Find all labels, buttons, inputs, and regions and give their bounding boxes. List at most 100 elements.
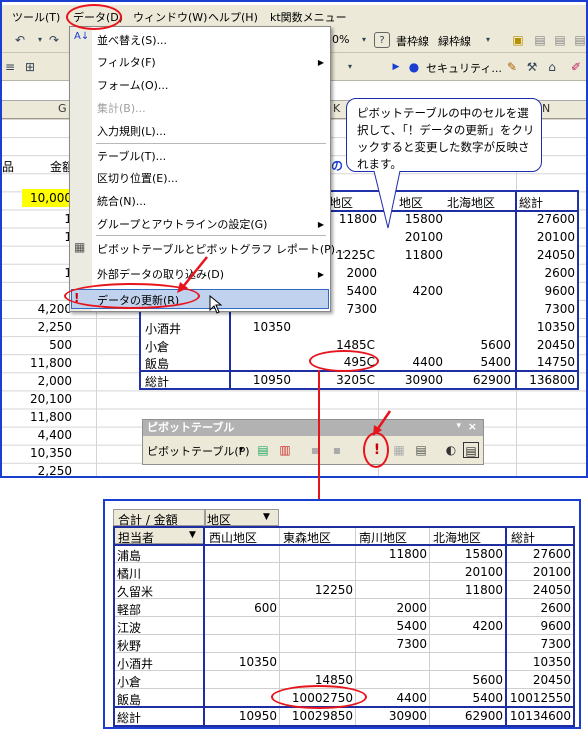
menu-item-group-outline[interactable]: グループとアウトラインの設定(G)	[97, 216, 267, 232]
pivot-cell: 2600	[544, 266, 575, 280]
submenu-arrow-icon: ▶	[317, 270, 324, 279]
menu-item-filter[interactable]: フィルタ(F)	[97, 54, 325, 70]
grid-line-menu-1[interactable]: 書枠線	[396, 33, 429, 49]
amount-cell: 2,000	[37, 374, 72, 388]
toolbar-icon-b[interactable]: ▤	[552, 32, 568, 48]
show-field-list-icon[interactable]: ▤	[463, 442, 479, 458]
pivot-border	[113, 526, 115, 727]
format-report-icon[interactable]: ▤	[255, 442, 271, 458]
field-settings-icon[interactable]: ◐	[443, 442, 459, 458]
pivot-cell: 5400	[396, 619, 427, 633]
mouse-cursor-icon	[209, 295, 223, 314]
pivot-border	[505, 526, 507, 727]
pivot-row-label: 総計	[145, 375, 170, 389]
menu-item-pivot-report[interactable]: ピボットテーブルとピボットグラフ レポート(P)...	[97, 241, 346, 257]
merge-cells-icon[interactable]: ⊞	[22, 59, 38, 75]
pivot-toolbar-title: ピボットテーブル	[143, 420, 483, 436]
pivot-cell: 2000	[396, 601, 427, 615]
col-header-k[interactable]: K	[333, 102, 340, 115]
pivot-cell: 2600	[540, 601, 571, 615]
font-dropdown-icon[interactable]: ▾	[342, 59, 358, 75]
menu-item-consolidate[interactable]: 統合(N)...	[97, 193, 146, 209]
menu-window[interactable]: ウィンドウ(W)	[133, 9, 207, 25]
menu-item-validation[interactable]: 入力規則(L)...	[97, 123, 166, 139]
wrench-icon[interactable]: ⚒	[524, 59, 540, 75]
pivot-cell: 5400	[480, 355, 511, 369]
menu-kt-functions[interactable]: kt関数メニュー	[270, 9, 347, 25]
pivot-cell: 12250	[314, 583, 353, 597]
pivot-cell: 15800	[464, 547, 503, 561]
toolbar-icon-a[interactable]: ▤	[532, 32, 548, 48]
column-field-dropdown-icon[interactable]: ▼	[263, 512, 270, 522]
row-field-dropdown-icon[interactable]: ▼	[189, 530, 196, 540]
record-icon[interactable]: ●	[406, 59, 422, 75]
annotation-circle-updated-cell	[271, 685, 367, 709]
grid-dropdown-icon[interactable]: ▾	[480, 32, 496, 48]
toolbar-icon-c[interactable]: ▤	[572, 32, 586, 48]
zoom-combo[interactable]: 0%	[332, 33, 349, 46]
help-icon[interactable]: ?	[374, 32, 390, 48]
col-header-n[interactable]: N	[542, 102, 550, 115]
pivot-cell: 4200	[412, 284, 443, 298]
zoom-dropdown-icon[interactable]: ▾	[356, 32, 372, 48]
pivot-row-label: 江波	[117, 621, 142, 635]
menu-tools[interactable]: ツール(T)	[12, 9, 60, 25]
callout-pointer	[373, 170, 401, 229]
pivot-cell: 10950	[238, 709, 277, 723]
pivot-cell: 7300	[540, 637, 571, 651]
show-detail-icon[interactable]: ▪	[329, 442, 345, 458]
undo-icon[interactable]: ↶	[12, 32, 28, 48]
pivot-cell: 600	[254, 601, 277, 615]
callout-text: ピボットテーブルの中のセルを選択して、「！データの更新」をクリックすると変更した…	[357, 106, 535, 171]
pivot-menu-dropdown-icon[interactable]: ▾	[239, 445, 243, 454]
pivot-cell: 30900	[404, 373, 443, 387]
pivot-cell: 10350	[532, 655, 571, 669]
pivot-cell: 10950	[252, 373, 291, 387]
redo-icon[interactable]: ↷	[46, 32, 62, 48]
run-macro-icon[interactable]: ▶	[388, 59, 404, 75]
amount-cell: 2,250	[37, 320, 72, 334]
tools-icon[interactable]: ✎	[504, 59, 520, 75]
pen-icon[interactable]: ✐	[568, 59, 584, 75]
pivot-row-label: 小倉	[145, 340, 170, 354]
close-icon[interactable]: ×	[468, 420, 477, 433]
grid-line-menu-2[interactable]: 緑枠線	[438, 33, 471, 49]
pivot-cell: 7300	[396, 637, 427, 651]
menu-separator	[96, 143, 326, 144]
pivot-cell: 10134600	[509, 709, 571, 723]
pivot-row-label: 久留米	[117, 585, 154, 599]
menu-item-table[interactable]: テーブル(T)...	[97, 148, 166, 164]
design-icon[interactable]: ⌂	[544, 59, 560, 75]
amount-cell: 20,100	[30, 392, 72, 406]
pivot-table-menu-button[interactable]: ピボットテーブル(P)	[147, 443, 250, 459]
toolbar-icon-grid[interactable]: ▦	[391, 442, 407, 458]
pivot-cell: 24050	[532, 583, 571, 597]
pivot-border	[203, 526, 205, 727]
menu-help[interactable]: ヘルプ(H)	[208, 9, 258, 25]
pivot-cell: 5400	[472, 691, 503, 705]
col-header-g[interactable]: G	[58, 102, 67, 115]
pivot-cell: 9600	[540, 619, 571, 633]
menu-item-text-to-columns[interactable]: 区切り位置(E)...	[97, 170, 178, 186]
chart-wizard-icon[interactable]: ▥	[277, 442, 293, 458]
field-list-icon[interactable]: ▤	[413, 442, 429, 458]
pivot-row-label: 総計	[117, 711, 142, 725]
pivot-cell: 10029850	[291, 709, 353, 723]
annotation-circle-data-menu	[66, 4, 122, 30]
align-icon[interactable]: ≡	[2, 59, 18, 75]
security-button[interactable]: セキュリティ...	[426, 60, 502, 76]
hide-detail-icon[interactable]: ▪	[307, 442, 323, 458]
amount-cell: 11,800	[30, 356, 72, 370]
submenu-arrow-icon: ▶	[317, 220, 324, 229]
pivot-row-label: 小倉	[117, 675, 142, 689]
toolbar-options-icon[interactable]: ▾	[456, 421, 461, 431]
menu-item-sort[interactable]: 並べ替え(S)...	[97, 32, 167, 48]
menu-item-subtotals: 集計(B)...	[97, 102, 146, 115]
pivot-cell: 10350	[252, 320, 291, 334]
red-arrow-icon	[373, 410, 392, 436]
folder-icon[interactable]: ▣	[510, 32, 526, 48]
pivot-cell: 11800	[464, 583, 503, 597]
pivot-row-label: 橘川	[117, 567, 142, 581]
amount-cell: 4,200	[37, 302, 72, 316]
menu-item-form[interactable]: フォーム(O)...	[97, 77, 168, 93]
